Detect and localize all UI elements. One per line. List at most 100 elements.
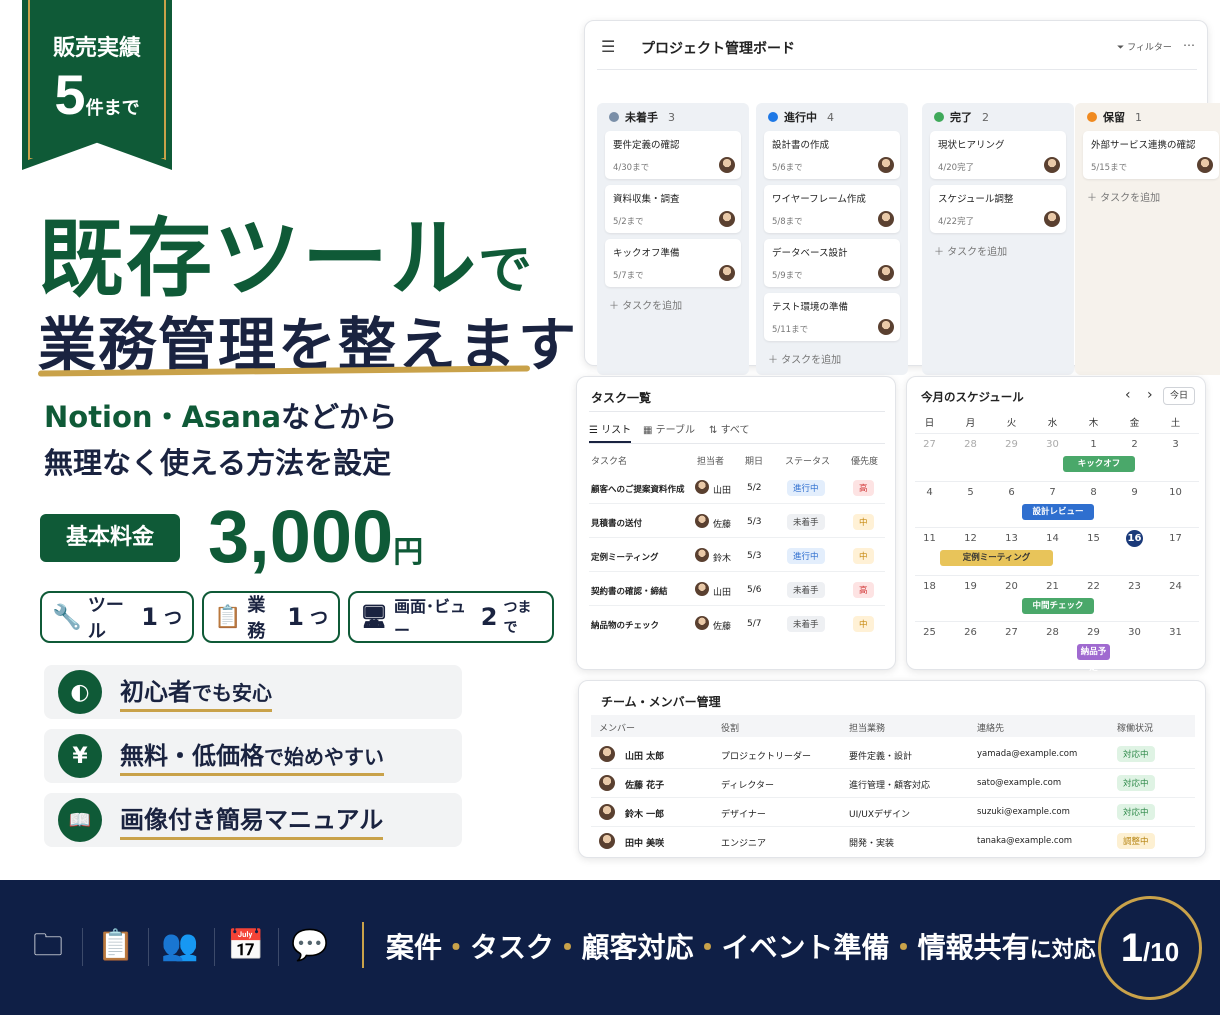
calendar-day[interactable]: 29 <box>1073 627 1114 638</box>
calendar-event[interactable]: 設計レビュー <box>1022 504 1094 520</box>
today-button[interactable]: 今日 <box>1163 387 1195 405</box>
calendar-day[interactable]: 19 <box>950 581 991 592</box>
add-task-button[interactable]: ＋ タスクを追加 <box>768 351 908 366</box>
calendar-day[interactable]: 8 <box>1073 487 1114 498</box>
card-date: 5/11まで <box>772 325 809 335</box>
calendar-day[interactable]: 30 <box>1114 627 1155 638</box>
more-icon[interactable]: … <box>1183 35 1195 49</box>
subtitle-line1: Notion・Asanaなどから <box>44 400 398 434</box>
member-email[interactable]: suzuki@example.com <box>977 807 1070 817</box>
icon-separator <box>214 928 215 966</box>
avatar <box>878 157 894 173</box>
calendar-day[interactable]: 25 <box>909 627 950 638</box>
card-title: スケジュール調整 <box>938 194 1014 205</box>
calendar-day[interactable]: 15 <box>1073 533 1114 544</box>
filter-button[interactable]: ⏷ フィルター <box>1117 40 1172 53</box>
task-card[interactable]: テスト環境の準備 5/11まで <box>764 293 900 341</box>
calendar-day[interactable]: 6 <box>991 487 1032 498</box>
task-card[interactable]: データベース設計 5/9まで <box>764 239 900 287</box>
price-value: 3,000円 <box>208 495 424 578</box>
team-icon: 👥 <box>161 928 199 963</box>
table-icon: ▦ <box>643 425 656 436</box>
calendar-event[interactable]: 納品予定 <box>1077 644 1110 673</box>
status-dot <box>768 112 778 122</box>
calendar-day[interactable]: 4 <box>909 487 950 498</box>
prev-month-button[interactable]: ‹ <box>1125 387 1131 403</box>
calendar-day[interactable]: 2 <box>1114 439 1155 450</box>
calendar-day[interactable]: 27 <box>909 439 950 450</box>
calendar-day[interactable]: 26 <box>950 627 991 638</box>
column-name: 未着手 <box>625 111 658 124</box>
task-card[interactable]: 要件定義の確認 4/30まで <box>605 131 741 179</box>
member-name: 田中 美咲 <box>625 839 665 849</box>
calendar-day[interactable]: 14 <box>1032 533 1073 544</box>
calendar-day[interactable]: 24 <box>1155 581 1196 592</box>
gold-separator <box>362 922 364 968</box>
avatar <box>695 616 709 630</box>
ribbon-line2: 5件まで <box>54 63 140 126</box>
add-task-button[interactable]: ＋ タスクを追加 <box>934 243 1074 258</box>
calendar-day[interactable]: 12 <box>950 533 991 544</box>
calendar-event[interactable]: 中間チェック <box>1022 598 1094 614</box>
calendar-day[interactable]: 1 <box>1073 439 1114 450</box>
add-task-button[interactable]: ＋ タスクを追加 <box>1087 189 1220 204</box>
task-due: 5/3 <box>747 517 762 527</box>
calendar-day[interactable]: 31 <box>1155 627 1196 638</box>
column-count: 1 <box>1135 110 1142 124</box>
row-divider <box>589 605 885 606</box>
calendar-day[interactable]: 30 <box>1032 439 1073 450</box>
tab-table[interactable]: ▦ テーブル <box>643 421 695 436</box>
member-email[interactable]: tanaka@example.com <box>977 836 1072 846</box>
task-card[interactable]: ワイヤーフレーム作成 5/8まで <box>764 185 900 233</box>
task-card[interactable]: 外部サービス連携の確認 5/15まで <box>1083 131 1219 179</box>
calendar-day[interactable]: 5 <box>950 487 991 498</box>
calendar-day[interactable]: 27 <box>991 627 1032 638</box>
member-email[interactable]: sato@example.com <box>977 778 1061 788</box>
tab-all[interactable]: ⇅ すべて <box>709 421 749 436</box>
weekday-label: 土 <box>1170 418 1181 429</box>
col-header-task: タスク名 <box>591 457 628 467</box>
pill-tool: 🔧 ツール 1 つ <box>40 591 194 643</box>
week-divider <box>915 527 1199 528</box>
member-status-badge: 対応中 <box>1117 804 1155 820</box>
board-column: 完了 2 現状ヒアリング 4/20完了 スケジュール調整 4/22完了 ＋ タスクを追加 <box>922 103 1074 375</box>
member-email[interactable]: yamada@example.com <box>977 749 1077 759</box>
avatar <box>719 211 735 227</box>
card-title: 外部サービス連携の確認 <box>1091 140 1196 151</box>
tab-list[interactable]: ☰ リスト <box>589 421 632 443</box>
calendar-event[interactable]: 定例ミーティング <box>940 550 1053 566</box>
card-title: 設計書の作成 <box>772 140 830 151</box>
task-card[interactable]: 資料収集・調査 5/2まで <box>605 185 741 233</box>
calendar-day[interactable]: 3 <box>1155 439 1196 450</box>
calendar-day[interactable]: 9 <box>1114 487 1155 498</box>
status-badge: 未着手 <box>787 514 825 530</box>
page-counter: 1/10 <box>1098 896 1202 1000</box>
next-month-button[interactable]: › <box>1147 387 1153 403</box>
priority-badge: 中 <box>853 616 874 632</box>
calendar-day[interactable]: 29 <box>991 439 1032 450</box>
add-task-button[interactable]: ＋ タスクを追加 <box>609 297 749 312</box>
calendar-day[interactable]: 28 <box>1032 627 1073 638</box>
calendar-day[interactable]: 21 <box>1032 581 1073 592</box>
calendar-day[interactable]: 23 <box>1114 581 1155 592</box>
avatar <box>599 746 615 762</box>
calendar-day[interactable]: 28 <box>950 439 991 450</box>
task-card[interactable]: 現状ヒアリング 4/20完了 <box>930 131 1066 179</box>
calendar-day[interactable]: 11 <box>909 533 950 544</box>
calendar-day[interactable]: 7 <box>1032 487 1073 498</box>
task-card[interactable]: キックオフ準備 5/7まで <box>605 239 741 287</box>
calendar-day[interactable]: 20 <box>991 581 1032 592</box>
week-divider <box>915 575 1199 576</box>
calendar-day[interactable]: 18 <box>909 581 950 592</box>
task-card[interactable]: スケジュール調整 4/22完了 <box>930 185 1066 233</box>
menu-icon[interactable]: ☰ <box>601 37 615 56</box>
calendar-day[interactable]: 10 <box>1155 487 1196 498</box>
calendar-day[interactable]: 13 <box>991 533 1032 544</box>
calendar-day[interactable]: 17 <box>1155 533 1196 544</box>
calendar-day[interactable]: 16 <box>1114 533 1155 544</box>
calendar-day[interactable]: 22 <box>1073 581 1114 592</box>
calendar-event[interactable]: キックオフ <box>1063 456 1135 472</box>
task-tab-divider <box>589 443 885 444</box>
task-card[interactable]: 設計書の作成 5/6まで <box>764 131 900 179</box>
beginner-leaf-icon: ◐ <box>58 670 102 714</box>
